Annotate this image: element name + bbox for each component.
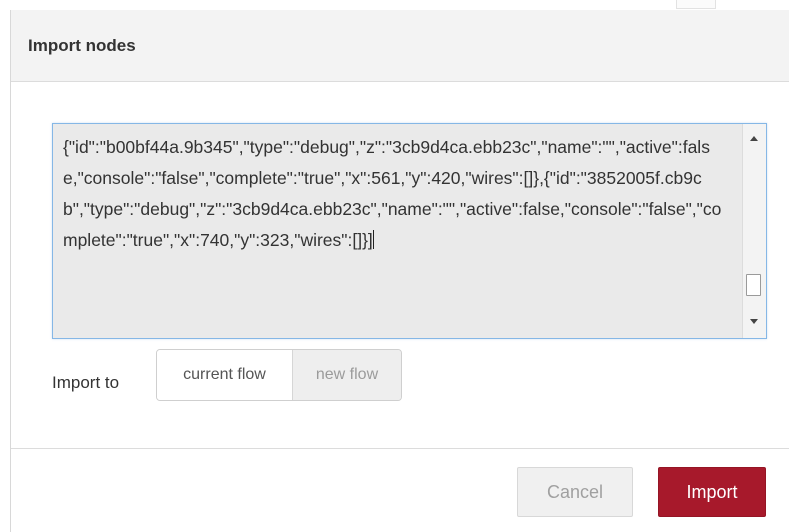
import-to-toggle-group: current flow new flow (156, 349, 402, 401)
current-flow-button[interactable]: current flow (157, 350, 293, 400)
cancel-button[interactable]: Cancel (517, 467, 633, 517)
dialog-title: Import nodes (28, 36, 136, 55)
import-nodes-dialog: Import nodes {"id":"b00bf44a.9b345","typ… (10, 10, 789, 532)
footer-divider (11, 448, 789, 449)
scroll-down-icon[interactable] (750, 319, 758, 324)
new-flow-button[interactable]: new flow (293, 350, 401, 400)
scroll-up-icon[interactable] (750, 136, 758, 141)
background-tab-edge (676, 0, 716, 9)
import-button[interactable]: Import (658, 467, 766, 517)
background-strip (0, 0, 789, 10)
import-json-textarea[interactable]: {"id":"b00bf44a.9b345","type":"debug","z… (52, 123, 767, 339)
import-json-content: {"id":"b00bf44a.9b345","type":"debug","z… (63, 137, 722, 250)
text-caret (372, 230, 374, 249)
dialog-header: Import nodes (11, 10, 789, 82)
textarea-scrollbar[interactable] (742, 124, 766, 338)
scrollbar-thumb[interactable] (746, 274, 761, 296)
import-json-text[interactable]: {"id":"b00bf44a.9b345","type":"debug","z… (63, 132, 731, 256)
import-to-label: Import to (52, 373, 120, 392)
